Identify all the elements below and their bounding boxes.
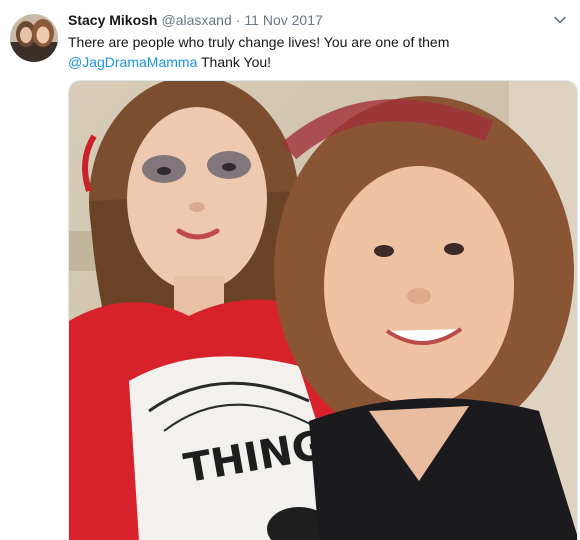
display-name[interactable]: Stacy Mikosh	[68, 12, 157, 28]
user-handle[interactable]: @alasxand	[161, 12, 231, 28]
tweet-text-end: Thank You!	[197, 54, 272, 70]
tweet-text: There are people who truly change lives!…	[68, 32, 558, 72]
mention-link[interactable]: @JagDramaMamma	[68, 54, 197, 70]
avatar[interactable]	[10, 14, 58, 62]
tweet-text-line: There are people who truly change lives!…	[68, 34, 450, 50]
chevron-down-icon	[554, 16, 566, 24]
tweet-menu-button[interactable]	[550, 10, 570, 30]
tweet-card[interactable]: Stacy Mikosh @alasxand · 11 Nov 2017 There …	[0, 0, 580, 540]
tweet-header: Stacy Mikosh @alasxand · 11 Nov 2017	[68, 11, 538, 29]
tweet-timestamp[interactable]: 11 Nov 2017	[244, 12, 322, 28]
tweet-photo[interactable]: THING	[68, 80, 578, 540]
separator-dot: ·	[235, 12, 241, 28]
